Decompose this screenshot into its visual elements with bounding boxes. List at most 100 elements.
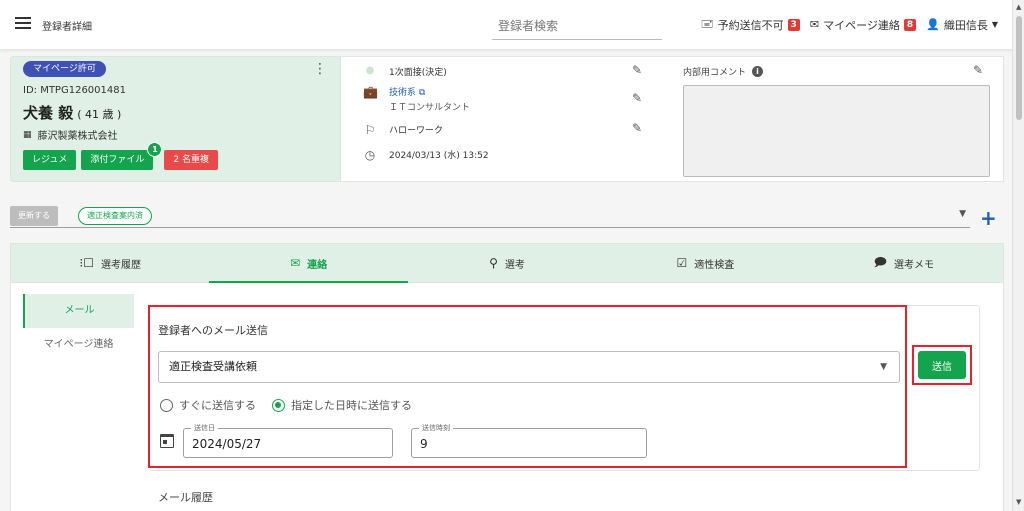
radio-send-now[interactable] bbox=[160, 398, 173, 412]
job-row: 💼 技術系 ⧉ ＩＴコンサルタント bbox=[363, 85, 470, 113]
source-text: ハローワーク bbox=[389, 126, 444, 136]
caret-down-icon: ▼ bbox=[880, 362, 887, 372]
tab-label: 選考メモ bbox=[893, 259, 934, 271]
checkbox-icon: ☑ bbox=[676, 256, 688, 270]
scroll-down-icon[interactable]: ▼ bbox=[1016, 498, 1021, 506]
internal-comment-label-row: 内部用コメント i bbox=[683, 65, 764, 78]
header-actions: 🖃 予約送信不可 3 ✉ マイページ連絡 8 👤 織田信長 ▼ bbox=[701, 15, 998, 34]
edit-job-icon[interactable]: ✎ bbox=[632, 91, 642, 105]
send-date-label: 送信日 bbox=[191, 423, 218, 433]
search-box[interactable] bbox=[492, 14, 662, 40]
page-title: 登録者詳細 bbox=[42, 22, 92, 33]
send-time-field[interactable]: 送信時刻 9 bbox=[411, 423, 647, 458]
tab-aptitude-test[interactable]: ☑ 適性検査 bbox=[606, 244, 804, 282]
side-nav-mypage-contact[interactable]: マイページ連絡 bbox=[23, 328, 134, 362]
scroll-thumb[interactable] bbox=[1016, 16, 1022, 120]
send-unavailable-link[interactable]: 🖃 予約送信不可 3 bbox=[701, 15, 800, 34]
mypage-contact-count: 8 bbox=[903, 18, 917, 31]
mail-history-label: メール履歴 bbox=[158, 491, 213, 504]
page-scrollbar[interactable]: ▲ ▼ bbox=[1012, 0, 1024, 511]
user-menu[interactable]: 👤 織田信長 ▼ bbox=[926, 17, 998, 33]
mail-template-value: 適正検査受講依頼 bbox=[169, 360, 257, 373]
internal-comment-label: 内部用コメント bbox=[683, 68, 747, 78]
tab-selection-memo[interactable]: 🗩 選考メモ bbox=[805, 244, 1003, 282]
job-title: ＩＴコンサルタント bbox=[389, 103, 471, 113]
scroll-up-icon[interactable]: ▲ bbox=[1016, 3, 1021, 11]
status-select-row: 更新する 適正検査案内済 ▼ bbox=[10, 206, 970, 228]
update-button[interactable]: 更新する bbox=[10, 206, 58, 226]
contact-side-nav: メール マイページ連絡 bbox=[23, 294, 134, 362]
detail-tabs: ⁝☐ 選考履歴 ✉ 連絡 ⚲ 選考 ☑ 適性検査 🗩 選考メモ bbox=[10, 243, 1004, 283]
memo-icon: 🗩 bbox=[873, 254, 887, 269]
tab-label: 選考履歴 bbox=[100, 259, 141, 271]
briefcase-icon: 💼 bbox=[363, 85, 378, 99]
stage-text: 1次面接(決定) bbox=[389, 68, 447, 78]
tab-contact[interactable]: ✉ 連絡 bbox=[209, 244, 409, 283]
internal-comment-field[interactable] bbox=[683, 85, 990, 177]
registrant-age: ( 41 歳 ) bbox=[77, 108, 122, 121]
edit-comment-icon[interactable]: ✎ bbox=[973, 63, 983, 77]
clock-icon: ◷ bbox=[364, 148, 376, 162]
profile-buttons: レジュメ 添付ファイル 1 2 名重複 bbox=[23, 142, 218, 170]
info-icon[interactable]: i bbox=[752, 66, 764, 77]
attachment-label: 添付ファイル bbox=[90, 155, 145, 165]
registrant-name: 犬養 毅 bbox=[23, 104, 74, 122]
job-category-link[interactable]: 技術系 bbox=[389, 88, 416, 98]
registrant-name-row: 犬養 毅( 41 歳 ) bbox=[23, 102, 121, 123]
tab-label: 選考 bbox=[504, 259, 525, 271]
edit-stage-icon[interactable]: ✎ bbox=[632, 63, 642, 77]
selection-info-card: ● 1次面接(決定) ✎ 💼 技術系 ⧉ ＩＴコンサルタント ✎ ⚐ ハローワー… bbox=[341, 56, 1004, 182]
stage-row: ● 1次面接(決定) bbox=[363, 65, 447, 78]
send-timing-options: すぐに送信する 指定した日時に送信する bbox=[160, 397, 412, 413]
status-chip[interactable]: 適正検査案内済 bbox=[78, 207, 152, 225]
job-info: 技術系 ⧉ ＩＴコンサルタント bbox=[389, 85, 470, 113]
envelope-icon: ✉ bbox=[809, 18, 820, 31]
send-date-value: 2024/05/27 bbox=[192, 437, 262, 451]
person-check-icon: ⚲ bbox=[489, 256, 498, 270]
registrant-id: ID: MTPG126001481 bbox=[23, 85, 126, 96]
mypage-contact-link[interactable]: ✉ マイページ連絡 8 bbox=[809, 17, 917, 33]
tab-selection[interactable]: ⚲ 選考 bbox=[408, 244, 606, 282]
calendar-icon[interactable] bbox=[160, 434, 174, 448]
company-name: 藤沢製薬株式会社 bbox=[37, 131, 118, 142]
top-bar: 登録者詳細 🖃 予約送信不可 3 ✉ マイページ連絡 8 👤 織田信長 ▼ bbox=[0, 0, 1012, 50]
datetime-row: ◷ 2024/03/13 (水) 13:52 bbox=[363, 148, 489, 162]
duplicate-button[interactable]: 2 名重複 bbox=[164, 150, 218, 170]
send-button[interactable]: 送信 bbox=[918, 351, 966, 379]
mail-icon: ✉ bbox=[290, 256, 301, 270]
registrant-profile-card: マイページ許可 ⋮ ID: MTPG126001481 犬養 毅( 41 歳 )… bbox=[10, 56, 341, 182]
attachment-button[interactable]: 添付ファイル 1 bbox=[81, 142, 163, 170]
flag-icon: ⚐ bbox=[364, 123, 376, 137]
edit-source-icon[interactable]: ✎ bbox=[632, 121, 642, 135]
side-nav-mail[interactable]: メール bbox=[23, 294, 134, 328]
add-icon[interactable]: + bbox=[980, 208, 997, 228]
mypage-contact-label: マイページ連絡 bbox=[823, 18, 900, 32]
more-vert-icon[interactable]: ⋮ bbox=[313, 61, 327, 77]
search-input[interactable] bbox=[492, 14, 662, 38]
radio-send-now-label: すぐに送信する bbox=[179, 399, 256, 412]
send-date-field[interactable]: 送信日 2024/05/27 bbox=[183, 423, 393, 458]
tab-selection-history[interactable]: ⁝☐ 選考履歴 bbox=[11, 244, 209, 282]
menu-icon[interactable] bbox=[15, 17, 31, 29]
building-icon: ▦ bbox=[23, 129, 32, 140]
attachment-count-badge: 1 bbox=[147, 142, 163, 157]
history-icon: ⁝☐ bbox=[79, 256, 94, 270]
caret-down-icon: ▼ bbox=[991, 20, 998, 29]
datetime-text: 2024/03/13 (水) 13:52 bbox=[389, 151, 489, 161]
mypage-permission-badge: マイページ許可 bbox=[23, 61, 106, 77]
resume-button[interactable]: レジュメ bbox=[23, 150, 77, 170]
status-dot-icon: ● bbox=[365, 65, 375, 76]
status-dropdown-icon[interactable]: ▼ bbox=[959, 209, 966, 219]
user-name: 織田信長 bbox=[943, 18, 988, 32]
external-link-icon[interactable]: ⧉ bbox=[419, 88, 425, 98]
source-row: ⚐ ハローワーク bbox=[363, 123, 443, 137]
user-icon: 👤 bbox=[926, 18, 940, 31]
schedule-block-icon: 🖃 bbox=[700, 17, 714, 30]
radio-send-scheduled-label: 指定した日時に送信する bbox=[291, 399, 412, 412]
company-row: ▦ 藤沢製薬株式会社 bbox=[23, 127, 118, 143]
radio-send-scheduled[interactable] bbox=[272, 398, 285, 412]
send-unavailable-count: 3 bbox=[787, 18, 800, 31]
mail-send-heading: 登録者へのメール送信 bbox=[158, 324, 268, 337]
mail-template-select[interactable]: 適正検査受講依頼 ▼ bbox=[158, 351, 900, 383]
send-time-label: 送信時刻 bbox=[419, 423, 453, 433]
